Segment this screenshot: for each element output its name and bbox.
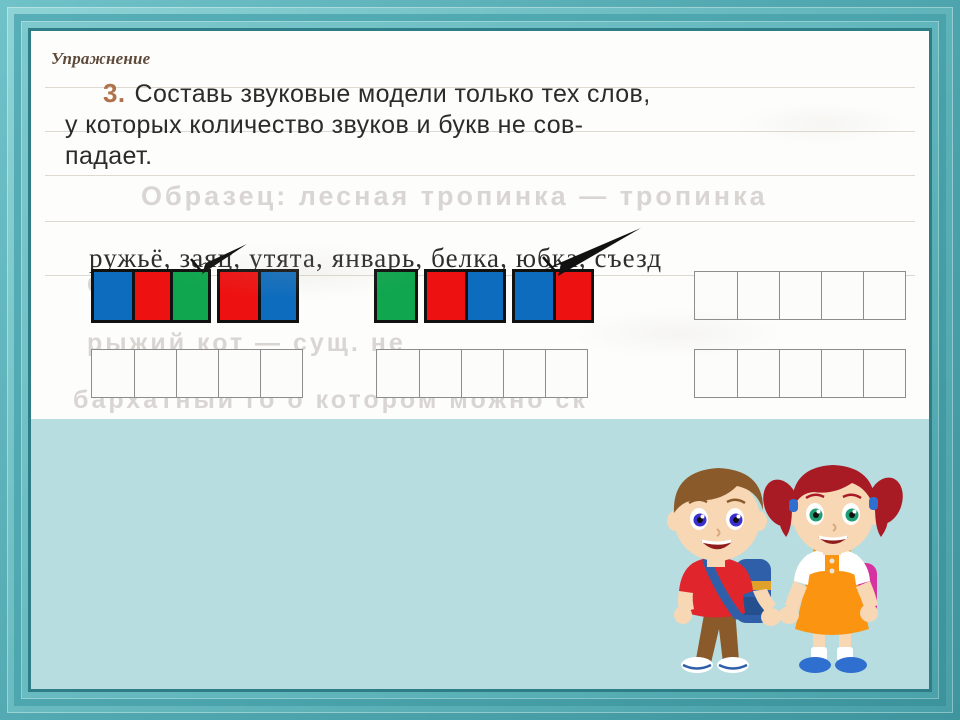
empty-grid-bottom-middle[interactable]	[376, 349, 588, 398]
task-line-2: у которых количество звуков и букв не со…	[65, 111, 584, 139]
sound-model-2-group-1[interactable]	[374, 269, 418, 323]
slide: Образец: лесная тропинка — тропинка ф ат…	[0, 0, 960, 720]
empty-cell[interactable]	[863, 350, 905, 397]
sound-cell-red[interactable]	[553, 272, 591, 320]
sound-model-2[interactable]	[374, 269, 594, 323]
empty-cell[interactable]	[821, 350, 863, 397]
empty-cell[interactable]	[779, 350, 821, 397]
sound-cell-red[interactable]	[427, 272, 465, 320]
task-text: 3. Составь звуковые модели только тех сло…	[65, 78, 903, 172]
ghost-text-line-1: Образец: лесная тропинка — тропинка	[141, 181, 768, 211]
empty-cell[interactable]	[821, 272, 863, 319]
paper-rule-line	[45, 221, 915, 222]
sound-cell-green[interactable]	[377, 272, 415, 320]
sound-model-1[interactable]	[91, 269, 299, 323]
empty-cell[interactable]	[737, 272, 779, 319]
empty-cell[interactable]	[92, 350, 134, 397]
sound-cell-red[interactable]	[220, 272, 258, 320]
girl-hand	[779, 606, 799, 624]
sound-model-1-group-1[interactable]	[91, 269, 211, 323]
empty-cell[interactable]	[695, 350, 737, 397]
empty-cell[interactable]	[260, 350, 302, 397]
empty-cell[interactable]	[176, 350, 218, 397]
paper-rule-line	[45, 175, 915, 176]
empty-cell[interactable]	[863, 272, 905, 319]
empty-grid-top-right[interactable]	[694, 271, 906, 320]
exercise-label: Упражнение	[51, 49, 151, 68]
sound-cell-green[interactable]	[170, 272, 208, 320]
empty-cell[interactable]	[134, 350, 176, 397]
sound-model-1-group-2[interactable]	[217, 269, 299, 323]
empty-cell[interactable]	[545, 350, 587, 397]
empty-cell[interactable]	[461, 350, 503, 397]
empty-cell[interactable]	[695, 272, 737, 319]
girl-hairtie-left	[789, 499, 798, 512]
sound-cell-blue[interactable]	[465, 272, 503, 320]
empty-grid-bottom-left[interactable]	[91, 349, 303, 398]
slide-canvas: Образец: лесная тропинка — тропинка ф ат…	[31, 31, 929, 689]
task-line-1: Составь звуковые модели только тех слов,	[134, 80, 651, 108]
empty-cell[interactable]	[737, 350, 779, 397]
girl-figure	[763, 465, 903, 673]
empty-grid-bottom-right[interactable]	[694, 349, 906, 398]
empty-cell[interactable]	[377, 350, 419, 397]
empty-cell[interactable]	[779, 272, 821, 319]
task-line-3: падает.	[65, 142, 153, 170]
girl-hairtie-right	[869, 497, 878, 510]
sound-model-2-group-3[interactable]	[512, 269, 594, 323]
sound-cell-blue[interactable]	[94, 272, 132, 320]
sound-cell-blue[interactable]	[258, 272, 296, 320]
sound-model-2-group-2[interactable]	[424, 269, 506, 323]
empty-cell[interactable]	[218, 350, 260, 397]
boy-hand	[761, 608, 781, 626]
empty-cell[interactable]	[419, 350, 461, 397]
textbook-page: Образец: лесная тропинка — тропинка ф ат…	[31, 31, 929, 419]
task-number: 3.	[103, 78, 126, 108]
girl-shoe-left	[799, 657, 831, 673]
empty-cell[interactable]	[503, 350, 545, 397]
sound-cell-red[interactable]	[132, 272, 170, 320]
sound-cell-blue[interactable]	[515, 272, 553, 320]
two-schoolchildren-illustration	[667, 465, 903, 673]
girl-shoe-right	[835, 657, 867, 673]
